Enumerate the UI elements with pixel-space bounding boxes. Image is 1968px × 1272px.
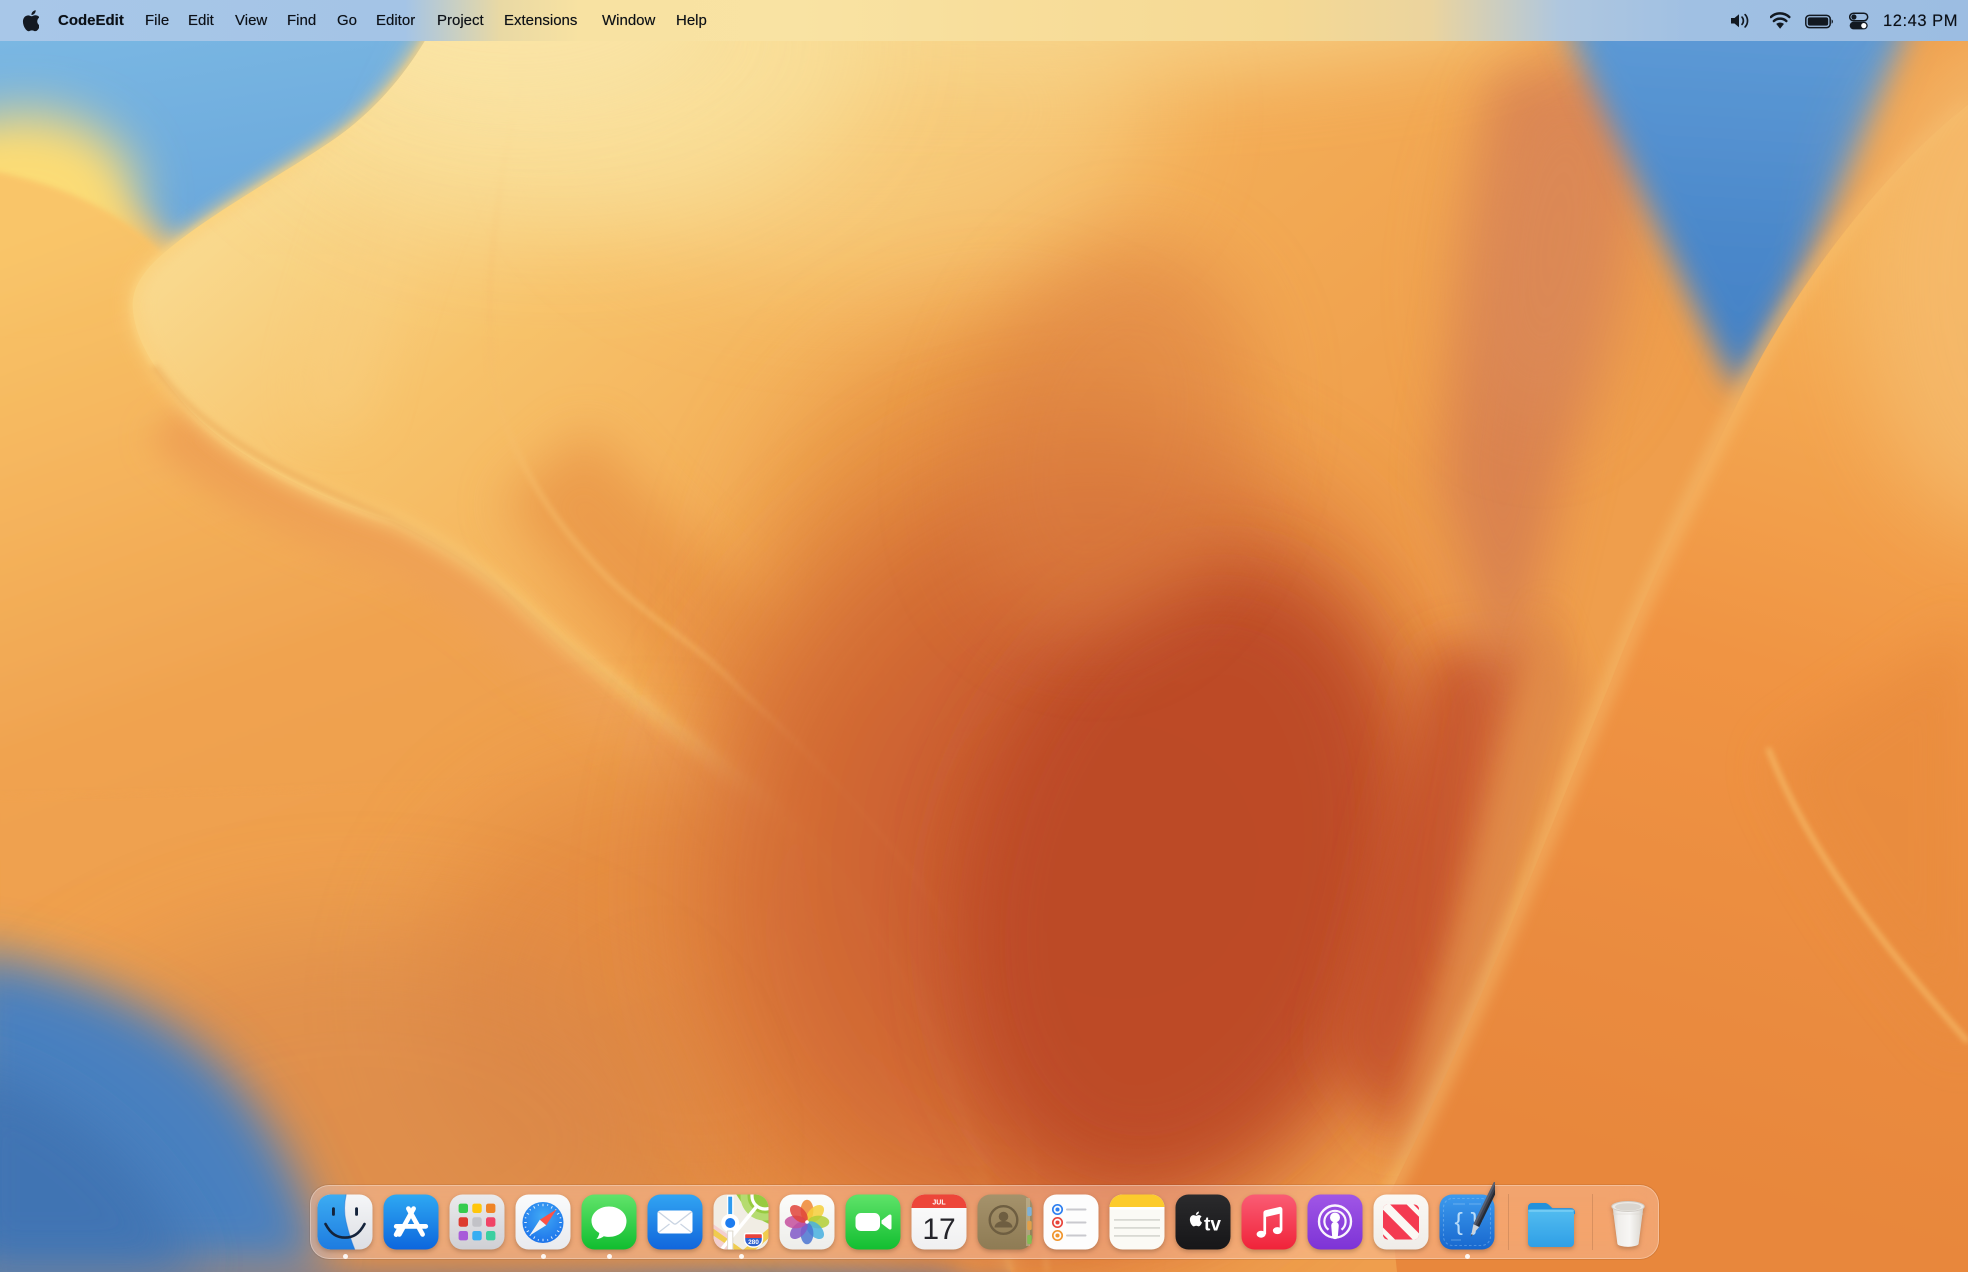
svg-text:280: 280 <box>748 1239 759 1246</box>
svg-text:17: 17 <box>922 1213 955 1246</box>
svg-text:{: { <box>1455 1208 1463 1236</box>
svg-text:tv: tv <box>1204 1215 1221 1236</box>
svg-text:JUL: JUL <box>932 1200 946 1207</box>
